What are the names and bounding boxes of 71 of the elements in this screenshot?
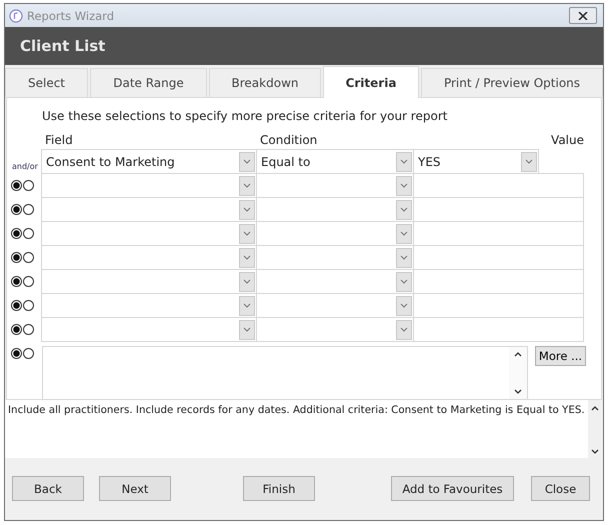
value-dropdown[interactable]: YES [413,149,539,174]
chevron-down-icon [400,183,408,188]
wizard-button[interactable]: Finish [243,476,315,501]
chevron-down-icon [400,327,408,332]
chevron-down-icon [400,303,408,308]
and-radio[interactable] [11,348,22,358]
column-header: Value [550,133,584,147]
instructions-text: Use these selections to specify more precise criteria for your report [41,109,448,125]
or-radio[interactable] [23,348,34,358]
or-radio[interactable] [23,204,34,214]
field-dropdown[interactable] [41,245,257,270]
chevron-down-icon [400,279,408,284]
column-header: Condition [259,133,318,147]
condition-dropdown[interactable] [256,317,414,342]
field-dropdown[interactable] [41,221,257,246]
chevron-down-icon [243,183,251,188]
more-button[interactable]: More ... [535,346,586,366]
or-radio[interactable] [23,252,34,262]
wizard-button[interactable]: Next [99,476,171,501]
tab[interactable]: Breakdown [209,68,321,97]
and-radio[interactable] [11,204,22,214]
and-radio[interactable] [11,300,22,310]
report-title: Client List [20,37,106,55]
and-radio[interactable] [11,180,22,190]
chevron-down-icon [243,255,251,260]
chevron-down-icon [525,159,533,164]
chevron-down-icon [400,159,408,164]
chevron-down-icon [243,303,251,308]
close-icon [578,12,588,20]
chevron-down-icon [400,255,408,260]
chevron-down-icon [243,231,251,236]
scroll-down-icon[interactable] [591,449,600,454]
wizard-button[interactable]: Add to Favourites [391,476,514,501]
field-dropdown[interactable] [41,173,257,198]
scroll-up-icon[interactable] [514,352,522,357]
value-field[interactable] [413,317,584,342]
window-title: Reports Wizard [27,8,115,22]
or-radio[interactable] [23,180,34,190]
wizard-button[interactable]: Back [12,476,84,501]
summary-text: Include all practitioners. Include records for any dates. Additional criteria: Consent to Marketing is Equal to YES. [7,403,586,418]
tab[interactable]: Select [5,68,88,97]
close-button[interactable] [569,7,597,24]
or-radio[interactable] [23,276,34,286]
chevron-down-icon [400,231,408,236]
or-radio[interactable] [23,324,34,334]
field-dropdown[interactable] [41,197,257,222]
chevron-down-icon [243,159,251,164]
field-dropdown[interactable]: Consent to Marketing [41,149,257,174]
or-radio[interactable] [23,228,34,238]
chevron-down-icon [243,327,251,332]
tab[interactable]: Print / Preview Options [421,68,603,97]
and-radio[interactable] [11,252,22,262]
chevron-down-icon [400,207,408,212]
or-radio[interactable] [23,300,34,310]
and-radio[interactable] [11,228,22,238]
column-header: Field [44,133,74,147]
scroll-up-icon[interactable] [591,406,600,411]
field-dropdown[interactable] [41,317,257,342]
scroll-down-icon[interactable] [514,389,522,394]
and-radio[interactable] [11,324,22,334]
and-radio[interactable] [11,276,22,286]
tab[interactable]: Date Range [90,68,207,97]
and-or-label: and/or [11,162,39,173]
app-icon [9,8,23,22]
field-dropdown[interactable] [41,293,257,318]
wizard-button[interactable]: Close [531,476,590,501]
field-dropdown[interactable] [41,269,257,294]
tab[interactable]: Criteria [323,66,419,98]
chevron-down-icon [243,279,251,284]
chevron-down-icon [243,207,251,212]
condition-dropdown[interactable]: Equal to [256,149,414,174]
